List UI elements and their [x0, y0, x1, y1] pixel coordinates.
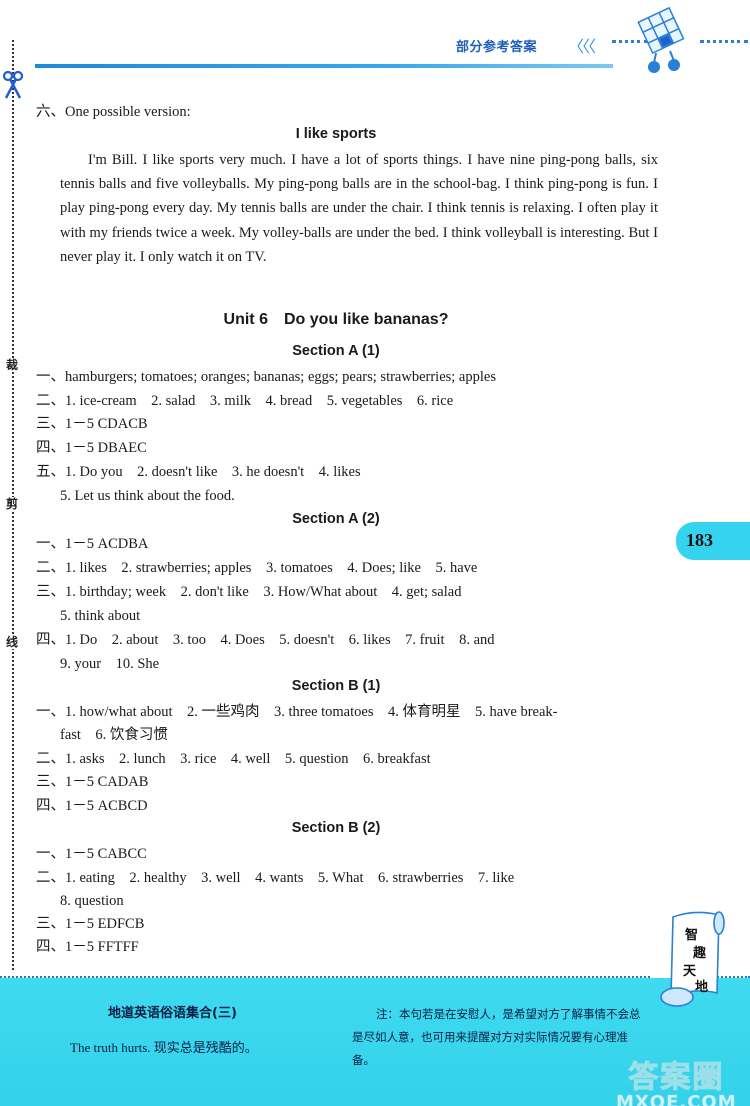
answer-line: 8. question	[60, 893, 124, 909]
chevrons-left-icon: 〈〈〈	[568, 37, 596, 56]
answer-line: 二、1. eating 2. healthy 3. well 4. wants …	[36, 870, 515, 886]
scissors-icon	[2, 70, 24, 99]
answer-line: 三、1. birthday; week 2. don't like 3. How…	[36, 584, 462, 600]
watermark-line1: 答案圈	[628, 1060, 725, 1096]
answer-line: 二、1. likes 2. strawberries; apples 3. to…	[36, 560, 478, 576]
watermark-line2: MXQE.COM	[616, 1092, 737, 1106]
footer-note: 注：本句若是在安慰人，是希望对方了解事情不会总是尽如人意，也可用来提醒对方对实际…	[352, 1007, 641, 1067]
header-label: 部分参考答案	[456, 40, 538, 55]
answer-line: 二、1. ice-cream 2. salad 3. milk 4. bread…	[36, 393, 454, 409]
header-rule	[35, 64, 613, 68]
scroll-char: 地	[695, 979, 708, 995]
header-dots-decoration-right	[700, 40, 748, 43]
section-title: Section B (1)	[291, 678, 381, 694]
section-title: Section A (2)	[292, 511, 380, 527]
scroll-char: 天	[683, 964, 697, 979]
essay-body: I'm Bill. I like sports very much. I hav…	[60, 148, 658, 269]
answer-line: 三、1－5 CADAB	[36, 774, 149, 790]
rubiks-cube-mascot-icon	[637, 6, 685, 73]
footer-proverb: The truth hurts. 现实总是残酷的。	[70, 1040, 258, 1055]
section-title: Section B (2)	[291, 820, 381, 836]
answer-line: 三、1－5 CDACB	[36, 416, 148, 432]
answer-line: 四、1－5 DBAEC	[36, 440, 147, 456]
answer-line: 四、1－5 ACBCD	[36, 798, 148, 814]
answer-line: 一、1－5 ACDBA	[36, 536, 149, 552]
scroll-char: 智	[685, 927, 698, 943]
answer-line: 四、1－5 FFTFF	[36, 939, 139, 955]
unit-title: Unit 6 Do you like bananas?	[223, 311, 449, 328]
answer-line: 9. your 10. She	[60, 656, 160, 672]
cut-label-xian: 线	[6, 635, 19, 649]
watermark: 答案圈 MXQE.COM	[616, 1052, 737, 1106]
essay-title: I like sports	[295, 126, 377, 142]
answer-line: 五、1. Do you 2. doesn't like 3. he doesn'…	[36, 464, 361, 480]
answer-line: fast 6. 饮食习惯	[60, 727, 168, 743]
answer-line: 二、1. asks 2. lunch 3. rice 4. well 5. qu…	[36, 751, 431, 767]
answer-line: 一、hamburgers; tomatoes; oranges; bananas…	[36, 369, 496, 385]
essay-body-text: I'm Bill. I like sports very much. I hav…	[60, 152, 658, 265]
answer-line: 一、1. how/what about 2. 一些鸡肉 3. three tom…	[36, 704, 558, 720]
scroll-icon: 智 趣 天 地	[660, 911, 725, 1007]
footer-title: 地道英语俗语集合(三)	[108, 1006, 237, 1021]
scroll-char: 趣	[692, 945, 707, 961]
answer-line: 四、1. Do 2. about 3. too 4. Does 5. doesn…	[36, 632, 495, 648]
answer-line: 5. Let us think about the food.	[60, 488, 235, 504]
answer-line: 三、1－5 EDFCB	[36, 916, 145, 932]
cut-label-jian: 剪	[6, 497, 19, 511]
section-title: Section A (1)	[292, 343, 380, 359]
cut-label-cai: 裁	[6, 358, 19, 372]
answer-line: 一、1－5 CABCC	[36, 846, 147, 862]
essay-intro: 六、One possible version:	[36, 104, 191, 120]
page-number: 183	[686, 530, 713, 550]
answer-line: 5. think about	[60, 608, 141, 624]
